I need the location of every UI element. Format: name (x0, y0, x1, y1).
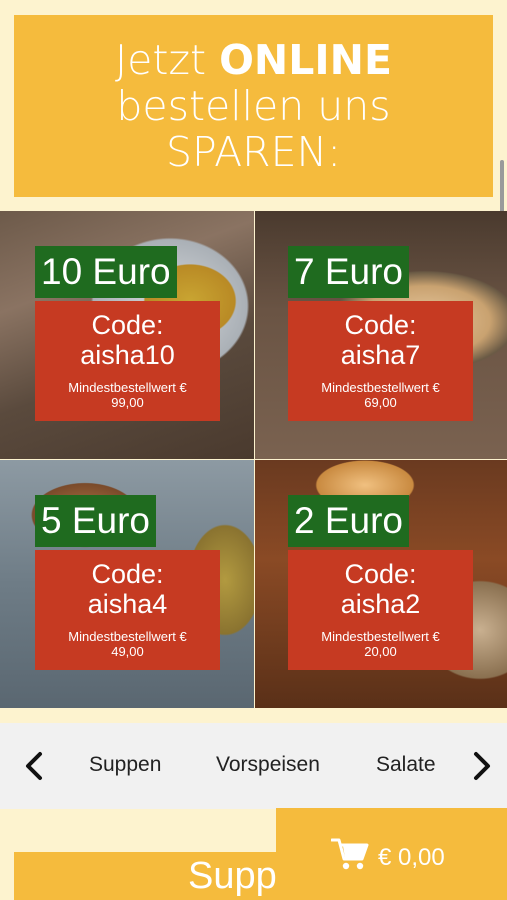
code-label: Code: (344, 559, 417, 589)
min-order-label: Mindestbestellwert € (68, 629, 187, 644)
coupon-code: aisha7 (340, 340, 421, 370)
min-order-value: 99,00 (111, 395, 144, 410)
min-order-label: Mindestbestellwert € (321, 380, 440, 395)
promo-banner: Jetzt ONLINE bestellen uns SPAREN: (14, 15, 493, 197)
banner-line-3: SPAREN: (165, 128, 342, 176)
coupon-code-box: Code: aisha10 Mindestbestellwert € 99,00 (35, 301, 220, 421)
coupon-card-5-euro[interactable]: 5 Euro Code: aisha4 Mindestbestellwert €… (0, 460, 254, 708)
min-order-value: 20,00 (364, 644, 397, 659)
banner-text-online: ONLINE (219, 36, 392, 84)
coupon-grid: 10 Euro Code: aisha10 Mindestbestellwert… (0, 211, 507, 708)
chevron-left-icon[interactable] (20, 749, 50, 783)
coupon-amount: 5 Euro (35, 495, 157, 547)
category-tab-vorspeisen[interactable]: Vorspeisen (216, 753, 320, 777)
coupon-code: aisha4 (87, 589, 168, 619)
banner-line-1: Jetzt ONLINE (14, 37, 493, 83)
coupon-amount: 2 Euro (288, 495, 410, 547)
category-tab-salate[interactable]: Salate (376, 753, 436, 777)
cart-icon (330, 837, 369, 871)
chevron-right-icon[interactable] (466, 749, 496, 783)
code-label: Code: (91, 559, 164, 589)
banner-text-jetzt: Jetzt (115, 36, 220, 84)
min-order-value: 49,00 (111, 644, 144, 659)
coupon-card-10-euro[interactable]: 10 Euro Code: aisha10 Mindestbestellwert… (0, 211, 254, 459)
min-order-label: Mindestbestellwert € (321, 629, 440, 644)
banner-line-2: bestellen uns (116, 82, 391, 130)
code-label: Code: (344, 310, 417, 340)
min-order-label: Mindestbestellwert € (68, 380, 187, 395)
coupon-code-box: Code: aisha7 Mindestbestellwert € 69,00 (288, 301, 473, 421)
coupon-amount: 7 Euro (288, 246, 410, 298)
coupon-card-2-euro[interactable]: 2 Euro Code: aisha2 Mindestbestellwert €… (255, 460, 507, 708)
code-label: Code: (91, 310, 164, 340)
coupon-card-7-euro[interactable]: 7 Euro Code: aisha7 Mindestbestellwert €… (255, 211, 507, 459)
coupon-code-box: Code: aisha2 Mindestbestellwert € 20,00 (288, 550, 473, 670)
coupon-amount: 10 Euro (35, 246, 177, 298)
category-tab-suppen[interactable]: Suppen (89, 753, 161, 777)
cart-total: € 0,00 (378, 844, 445, 871)
coupon-code: aisha2 (340, 589, 421, 619)
cart-button[interactable]: € 0,00 (276, 808, 507, 900)
coupon-code-box: Code: aisha4 Mindestbestellwert € 49,00 (35, 550, 220, 670)
coupon-code: aisha10 (80, 340, 175, 370)
min-order-value: 69,00 (364, 395, 397, 410)
category-nav: Suppen Vorspeisen Salate (0, 723, 507, 809)
